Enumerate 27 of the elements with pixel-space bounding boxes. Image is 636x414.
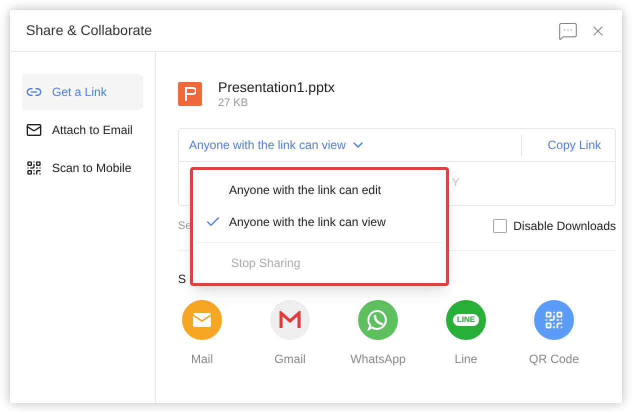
sidebar-item[interactable]: Scan to Mobile [22, 150, 143, 186]
feedback-icon[interactable] [558, 20, 578, 40]
gmail-icon[interactable] [270, 300, 310, 340]
share-target-label: Gmail [274, 351, 306, 368]
sidebar-item[interactable]: Attach to Email [22, 112, 143, 148]
qr-code-icon [26, 160, 42, 176]
presentation-file-icon [178, 82, 202, 106]
qr-code-icon[interactable] [534, 300, 574, 340]
share-target-label: WhatsApp [350, 351, 406, 368]
link-text: Y [452, 176, 460, 192]
share-label: S [178, 272, 186, 286]
envelope-icon [26, 122, 42, 138]
share-target-label: QR Code [528, 351, 580, 368]
permission-dropdown[interactable]: Anyone with the link can view [189, 136, 366, 154]
file-name: Presentation1.pptx [218, 78, 335, 96]
menu-item[interactable]: Anyone with the link can view [193, 206, 446, 238]
window-title: Share & Collaborate [26, 21, 152, 40]
disable-downloads-checkbox[interactable]: Disable Downloads [493, 217, 616, 235]
sidebar-label: Get a Link [52, 84, 107, 101]
sidebar-label: Attach to Email [52, 122, 133, 139]
mail-icon[interactable] [182, 300, 222, 340]
chat-bubble-icon[interactable] [358, 300, 398, 340]
file-size: 27 KB [218, 96, 249, 110]
menu-item[interactable]: Anyone with the link can edit [193, 174, 446, 206]
share-target-label: Mail [190, 351, 213, 368]
share-target-label: Line [454, 351, 478, 368]
sidebar-label: Scan to Mobile [52, 160, 132, 177]
